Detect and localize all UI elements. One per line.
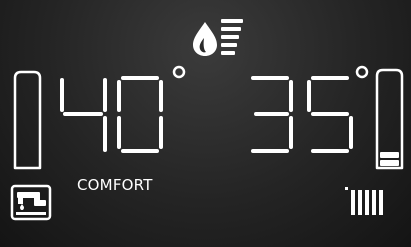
radiator-icon <box>345 187 383 215</box>
mode-label: COMFORT <box>77 176 153 194</box>
flame-intensity-bars-icon <box>221 19 243 55</box>
heating-temperature-digit-5 <box>307 76 353 153</box>
heating-level-fill <box>380 152 399 166</box>
flame-icon <box>193 22 217 56</box>
tap-icon <box>10 184 52 221</box>
lcd-graphics <box>10 19 404 221</box>
hot-water-level-gauge <box>13 70 42 170</box>
hot-water-temperature-digit-4 <box>60 78 107 152</box>
heating-level-gauge <box>375 68 404 170</box>
hot-water-temperature-digit-0 <box>117 76 163 153</box>
hot-water-degree-icon <box>172 65 186 79</box>
boiler-lcd-display: COMFORT 40 35 ° <box>0 0 411 247</box>
heating-degree-icon <box>355 65 369 79</box>
heating-temperature-digit-3 <box>251 76 293 153</box>
